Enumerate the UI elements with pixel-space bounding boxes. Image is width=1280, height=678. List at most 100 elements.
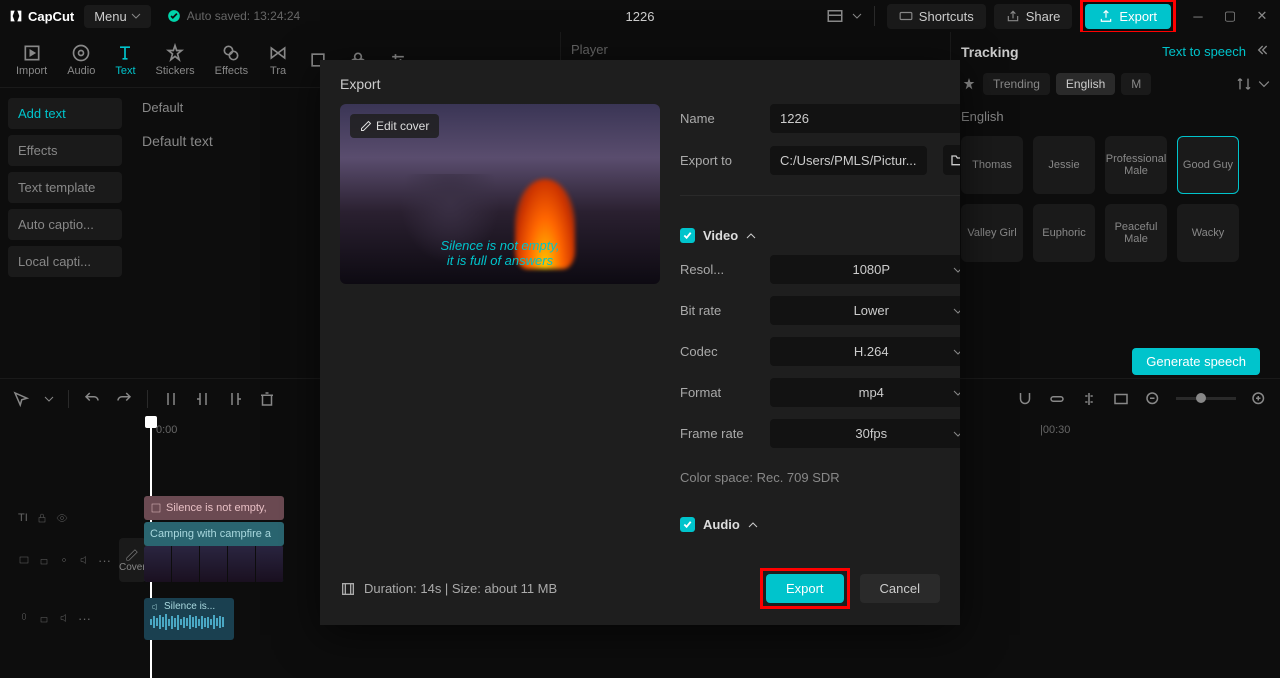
clip-text[interactable]: Silence is not empty, [144, 496, 284, 520]
minimize-button[interactable]: ─ [1188, 6, 1208, 26]
tab-audio[interactable]: Audio [59, 39, 103, 81]
voice-professional-male[interactable]: Professional Male [1105, 136, 1167, 194]
delete-icon[interactable] [258, 390, 276, 408]
share-button[interactable]: Share [994, 4, 1073, 29]
name-input[interactable] [770, 104, 960, 133]
eye-icon[interactable] [56, 512, 68, 524]
export-to-label: Export to [680, 153, 760, 168]
image-icon [150, 502, 162, 514]
ruler-tick: |00:30 [1040, 424, 1070, 436]
cursor-icon[interactable] [12, 390, 30, 408]
resolution-select[interactable]: 1080P [770, 255, 960, 284]
sort-icon[interactable] [1236, 76, 1252, 92]
undo-icon[interactable] [83, 390, 101, 408]
cancel-button[interactable]: Cancel [860, 574, 940, 603]
export-dialog: Export Edit cover Silence is not empty, … [320, 60, 960, 625]
chevron-down-icon[interactable] [1258, 78, 1270, 90]
framerate-select[interactable]: 30fps [770, 419, 960, 448]
chip-m[interactable]: M [1121, 73, 1151, 95]
speaker-icon [150, 602, 160, 612]
close-button[interactable]: ✕ [1252, 6, 1272, 26]
chevron-down-icon [953, 347, 960, 357]
browse-folder-button[interactable] [943, 145, 960, 175]
sidebar-effects[interactable]: Effects [8, 135, 122, 166]
voice-euphoric[interactable]: Euphoric [1033, 204, 1095, 262]
audio-section-header[interactable]: Audio [680, 517, 960, 532]
clip-video-thumbs[interactable] [144, 546, 284, 582]
voice-peaceful-male[interactable]: Peaceful Male [1105, 204, 1167, 262]
lock-icon[interactable] [36, 512, 48, 524]
crop-right-icon[interactable] [226, 390, 244, 408]
chip-trending[interactable]: Trending [983, 73, 1050, 95]
chevron-down-icon[interactable] [852, 11, 862, 21]
maximize-button[interactable]: ▢ [1220, 6, 1240, 26]
tab-text[interactable]: Text [107, 39, 143, 81]
tts-link[interactable]: Text to speech [1162, 44, 1246, 59]
redo-icon[interactable] [115, 390, 133, 408]
cover-preview: Edit cover Silence is not empty, it is f… [340, 104, 660, 284]
mute-icon[interactable] [78, 554, 90, 566]
sidebar-text-template[interactable]: Text template [8, 172, 122, 203]
folder-icon [950, 152, 960, 168]
format-select[interactable]: mp4 [770, 378, 960, 407]
sidebar-local-captions[interactable]: Local capti... [8, 246, 122, 277]
export-icon [1099, 9, 1113, 23]
export-button[interactable]: Export [1085, 4, 1171, 29]
chip-english[interactable]: English [1056, 73, 1115, 95]
pencil-icon [125, 548, 139, 562]
link-icon[interactable] [1048, 390, 1066, 408]
tab-transitions[interactable]: Tra [260, 39, 296, 81]
video-section-header[interactable]: Video [680, 228, 960, 243]
zoom-slider[interactable] [1176, 397, 1236, 400]
text-icon [115, 43, 135, 63]
edit-cover-button[interactable]: Edit cover [350, 114, 439, 138]
tracking-title: Tracking [961, 44, 1019, 60]
align-icon[interactable] [1080, 390, 1098, 408]
voice-grid: Thomas Jessie Professional Male Good Guy… [961, 136, 1270, 262]
track-head-audio: ··· [0, 600, 140, 636]
tab-stickers[interactable]: Stickers [148, 39, 203, 81]
layout-icon[interactable] [826, 7, 844, 25]
export-actions: Export Cancel [760, 568, 940, 609]
bitrate-select[interactable]: Lower [770, 296, 960, 325]
preview-icon[interactable] [1112, 390, 1130, 408]
pencil-icon [360, 120, 372, 132]
eye-icon[interactable] [58, 554, 70, 566]
voice-good-guy[interactable]: Good Guy [1177, 136, 1239, 194]
codec-select[interactable]: H.264 [770, 337, 960, 366]
chevron-up-icon [748, 520, 758, 530]
zoom-in-icon[interactable] [1250, 390, 1268, 408]
magnet-icon[interactable] [1016, 390, 1034, 408]
voice-valley-girl[interactable]: Valley Girl [961, 204, 1023, 262]
voice-wacky[interactable]: Wacky [1177, 204, 1239, 262]
lock-icon[interactable] [38, 554, 50, 566]
sidebar-auto-captions[interactable]: Auto captio... [8, 209, 122, 240]
lock-icon[interactable] [38, 612, 50, 624]
chevron-down-icon [953, 265, 960, 275]
film-icon [340, 581, 356, 597]
voice-thomas[interactable]: Thomas [961, 136, 1023, 194]
export-confirm-button[interactable]: Export [766, 574, 844, 603]
resolution-label: Resol... [680, 262, 760, 277]
menu-button[interactable]: Menu [84, 5, 151, 28]
framerate-row: Frame rate 30fps [680, 419, 960, 448]
app-name: CapCut [28, 9, 74, 24]
tab-effects[interactable]: Effects [207, 39, 256, 81]
collapse-icon[interactable] [1254, 42, 1270, 61]
tab-import[interactable]: Import [8, 39, 55, 81]
zoom-out-icon[interactable] [1144, 390, 1162, 408]
sidebar-add-text[interactable]: Add text [8, 98, 122, 129]
clip-audio[interactable]: Silence is... [144, 598, 234, 640]
codec-label: Codec [680, 344, 760, 359]
shortcuts-button[interactable]: Shortcuts [887, 4, 986, 29]
split-icon[interactable] [162, 390, 180, 408]
clip-video-label[interactable]: Camping with campfire a [144, 522, 284, 546]
mute-icon[interactable] [58, 612, 70, 624]
audio-checkbox[interactable] [680, 517, 695, 532]
voice-jessie[interactable]: Jessie [1033, 136, 1095, 194]
crop-left-icon[interactable] [194, 390, 212, 408]
video-checkbox[interactable] [680, 228, 695, 243]
generate-speech-button[interactable]: Generate speech [1132, 348, 1260, 375]
star-icon[interactable] [961, 76, 977, 92]
chevron-down-icon[interactable] [44, 394, 54, 404]
